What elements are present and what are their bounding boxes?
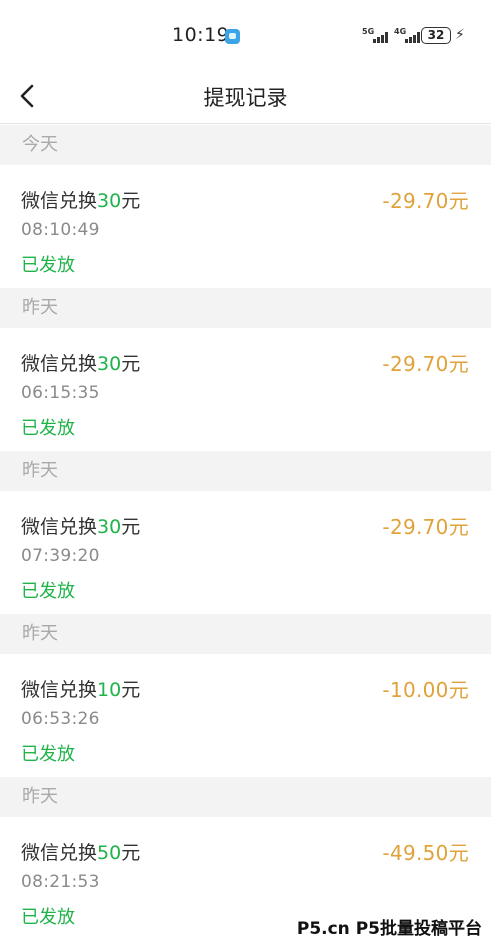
record-amount: -49.50元 <box>382 841 469 865</box>
page-title: 提现记录 <box>203 86 288 110</box>
record-item[interactable]: 微信兑换30元 06:15:35 已发放 -29.70元 <box>0 328 491 451</box>
withdrawal-record-list: 今天 微信兑换30元 08:10:49 已发放 -29.70元 昨天 微信兑换3… <box>0 125 491 940</box>
record-title-amount: 30 <box>97 516 122 538</box>
record-amount: -29.70元 <box>382 515 469 539</box>
date-header: 昨天 <box>0 451 491 491</box>
record-title: 微信兑换30元 <box>21 516 141 538</box>
record-title-amount: 50 <box>97 842 122 864</box>
record-status: 已发放 <box>21 907 75 928</box>
record-amount: -10.00元 <box>382 678 469 702</box>
record-time: 06:53:26 <box>21 709 100 729</box>
record-time: 08:21:53 <box>21 872 100 892</box>
watermark: P5.cn P5批量投稿平台 <box>293 913 485 940</box>
status-time: 10:19 <box>172 24 230 46</box>
record-item[interactable]: 微信兑换10元 06:53:26 已发放 -10.00元 <box>0 654 491 777</box>
record-item[interactable]: 微信兑换30元 08:10:49 已发放 -29.70元 <box>0 165 491 288</box>
record-status: 已发放 <box>21 581 75 602</box>
record-title-amount: 30 <box>97 353 122 375</box>
record-title-amount: 10 <box>97 679 122 701</box>
record-time: 07:39:20 <box>21 546 100 566</box>
record-status: 已发放 <box>21 744 75 765</box>
record-title: 微信兑换30元 <box>21 353 141 375</box>
signal-5g-label: 5G <box>362 27 375 36</box>
record-status: 已发放 <box>21 418 75 439</box>
signal-5g-icon: 5G <box>362 27 392 45</box>
record-item[interactable]: 微信兑换30元 07:39:20 已发放 -29.70元 <box>0 491 491 614</box>
nav-bar: 提现记录 <box>0 72 491 124</box>
message-app-icon <box>225 29 240 44</box>
record-title: 微信兑换30元 <box>21 190 141 212</box>
date-header: 昨天 <box>0 777 491 817</box>
record-amount: -29.70元 <box>382 352 469 376</box>
date-header: 昨天 <box>0 288 491 328</box>
signal-4g-label: 4G <box>394 27 407 36</box>
charging-bolt-icon: ⚡ <box>455 27 465 43</box>
battery-icon: 32 <box>421 27 451 44</box>
record-title-amount: 30 <box>97 190 122 212</box>
signal-4g-icon: 4G <box>394 27 424 45</box>
record-title: 微信兑换10元 <box>21 679 141 701</box>
record-status: 已发放 <box>21 255 75 276</box>
date-header: 今天 <box>0 125 491 165</box>
record-title: 微信兑换50元 <box>21 842 141 864</box>
status-bar: 10:19 5G 4G 32 ⚡ <box>0 0 491 72</box>
record-amount: -29.70元 <box>382 189 469 213</box>
record-time: 08:10:49 <box>21 220 100 240</box>
record-time: 06:15:35 <box>21 383 100 403</box>
date-header: 昨天 <box>0 614 491 654</box>
